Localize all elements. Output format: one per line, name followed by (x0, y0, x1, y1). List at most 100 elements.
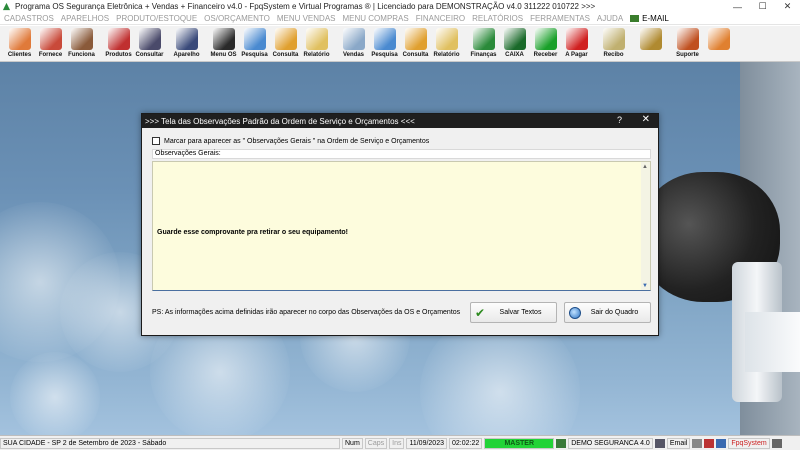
toolbar-label: Suporte (676, 52, 699, 58)
toolbar-recibo-button[interactable]: Recibo (598, 26, 629, 62)
scroll-up-icon[interactable]: ▲ (642, 164, 648, 170)
toolbar-fornece-button[interactable]: Fornece (35, 26, 66, 62)
consultar-icon (138, 28, 161, 50)
toolbar-label: Pesquisa (371, 52, 398, 58)
toolbar-label: Consulta (272, 52, 299, 58)
toolbar-pesquisa-button[interactable]: Pesquisa (239, 26, 270, 62)
title-bar: Programa OS Segurança Eletrônica + Venda… (0, 0, 800, 13)
toolbar-tool-21-button[interactable] (703, 26, 734, 62)
menu-os-orcamento[interactable]: OS/ORÇAMENTO (204, 14, 270, 23)
minimize-button[interactable]: — (725, 0, 750, 13)
toolbar-caixa-button[interactable]: CAIXA (499, 26, 530, 62)
relatorio-icon (435, 28, 458, 50)
window-controls: — ☐ ✕ (725, 0, 800, 13)
save-texts-button[interactable]: ✔ Salvar Textos (470, 302, 557, 323)
toolbar-suporte-button[interactable]: Suporte (672, 26, 703, 62)
toolbar-clientes-button[interactable]: Clientes (4, 26, 35, 62)
toolbar-label: Vendas (342, 52, 364, 58)
toolbar-label: Consulta (402, 52, 429, 58)
toolbar-tool-19-button[interactable] (635, 26, 666, 62)
status-brand[interactable]: FpqSystem (728, 437, 770, 449)
tool-21-icon (707, 28, 730, 50)
menu-financeiro[interactable]: FINANCEIRO (416, 14, 465, 23)
help-button[interactable]: ? (617, 115, 622, 125)
show-observations-checkbox-row[interactable]: Marcar para aparecer as " Observações Ge… (152, 137, 429, 145)
vendas-icon (342, 28, 365, 50)
settings-icon[interactable] (692, 438, 703, 448)
menu-os-icon (212, 28, 235, 50)
app-icon (2, 2, 11, 11)
toolbar-label: Recibo (603, 52, 624, 58)
toolbar-label: Pesquisa (241, 52, 268, 58)
save-texts-label: Salvar Textos (499, 309, 542, 316)
toolbar-consulta-button[interactable]: Consulta (270, 26, 301, 62)
menu-bar: CADASTROS APARELHOS PRODUTO/ESTOQUE OS/O… (0, 13, 800, 25)
menu-cadastros[interactable]: CADASTROS (4, 14, 54, 23)
toolbar-label: CAIXA (505, 52, 524, 58)
menu-compras[interactable]: MENU COMPRAS (343, 14, 409, 23)
toolbar-label: Consultar (135, 52, 164, 58)
toolbar-label: Fornece (38, 52, 63, 58)
status-bar: SUA CIDADE - SP 2 de Setembro de 2023 - … (0, 435, 800, 450)
pesquisa-icon (243, 28, 266, 50)
toolbar-label: Receber (533, 52, 558, 58)
network-icon[interactable] (716, 438, 727, 448)
menu-relatorios[interactable]: RELATÓRIOS (472, 14, 523, 23)
toolbar-financas-button[interactable]: Finanças (468, 26, 499, 62)
toolbar-label: Produtos (105, 52, 132, 58)
license-icon (556, 438, 567, 448)
caixa-icon (503, 28, 526, 50)
exit-dialog-button[interactable]: Sair do Quadro (564, 302, 651, 323)
status-num: Num (342, 437, 363, 449)
recibo-icon (602, 28, 625, 50)
observations-label: Observações Gerais: (152, 149, 651, 159)
close-window-button[interactable]: ✕ (775, 0, 800, 13)
toolbar-pesquisa-button[interactable]: Pesquisa (369, 26, 400, 62)
status-time: 02:02:22 (448, 437, 483, 449)
textarea-scrollbar[interactable]: ▲ ▼ (641, 162, 650, 290)
suporte-icon (676, 28, 699, 50)
clientes-icon (8, 28, 31, 50)
toolbar-funciona-button[interactable]: Funciona (66, 26, 97, 62)
toolbar-relatorio-button[interactable]: Relatório (301, 26, 332, 62)
scroll-down-icon[interactable]: ▼ (642, 283, 648, 289)
pesquisa-icon (373, 28, 396, 50)
tool-19-icon (639, 28, 662, 50)
financas-icon (472, 28, 495, 50)
printer-icon[interactable] (771, 438, 782, 448)
menu-produto-estoque[interactable]: PRODUTO/ESTOQUE (116, 14, 197, 23)
calendar-icon[interactable] (704, 438, 715, 448)
toolbar-label: Relatório (303, 52, 330, 58)
menu-aparelhos[interactable]: APARELHOS (61, 14, 109, 23)
toolbar-aparelho-button[interactable]: Aparelho (171, 26, 202, 62)
fornece-icon (39, 28, 62, 50)
observations-textarea[interactable]: Guarde esse comprovante pra retirar o se… (152, 161, 651, 291)
toolbar-a-pagar-button[interactable]: A Pagar (561, 26, 592, 62)
ps-note: PS: As informações acima definidas irão … (152, 309, 461, 316)
toolbar-consultar-button[interactable]: Consultar (134, 26, 165, 62)
toolbar-vendas-button[interactable]: Vendas (338, 26, 369, 62)
show-observations-checkbox[interactable] (152, 137, 160, 145)
toolbar-label: Clientes (7, 52, 32, 58)
dialog-title: >>> Tela das Observações Padrão da Ordem… (145, 116, 415, 126)
menu-ferramentas[interactable]: FERRAMENTAS (530, 14, 590, 23)
menu-ajuda[interactable]: AJUDA (597, 14, 623, 23)
funciona-icon (70, 28, 93, 50)
consulta-icon (274, 28, 297, 50)
toolbar-receber-button[interactable]: Receber (530, 26, 561, 62)
maximize-button[interactable]: ☐ (750, 0, 775, 13)
toolbar-produtos-button[interactable]: Produtos (103, 26, 134, 62)
exit-dialog-label: Sair do Quadro (590, 309, 639, 316)
aparelho-icon (175, 28, 198, 50)
toolbar-relatorio-button[interactable]: Relatório (431, 26, 462, 62)
menu-vendas[interactable]: MENU VENDAS (277, 14, 336, 23)
toolbar-menu-os-button[interactable]: Menu OS (208, 26, 239, 62)
toolbar-consulta-button[interactable]: Consulta (400, 26, 431, 62)
status-email[interactable]: Email (666, 437, 691, 449)
toolbar-label: Funciona (68, 52, 95, 58)
exit-icon (569, 306, 581, 319)
menu-email[interactable]: E-MAIL (630, 14, 669, 23)
dialog-title-bar: >>> Tela das Observações Padrão da Ordem… (142, 114, 658, 128)
dialog-close-button[interactable]: ✕ (642, 114, 650, 125)
status-license: DEMO SEGURANCA 4.0 (568, 437, 653, 449)
